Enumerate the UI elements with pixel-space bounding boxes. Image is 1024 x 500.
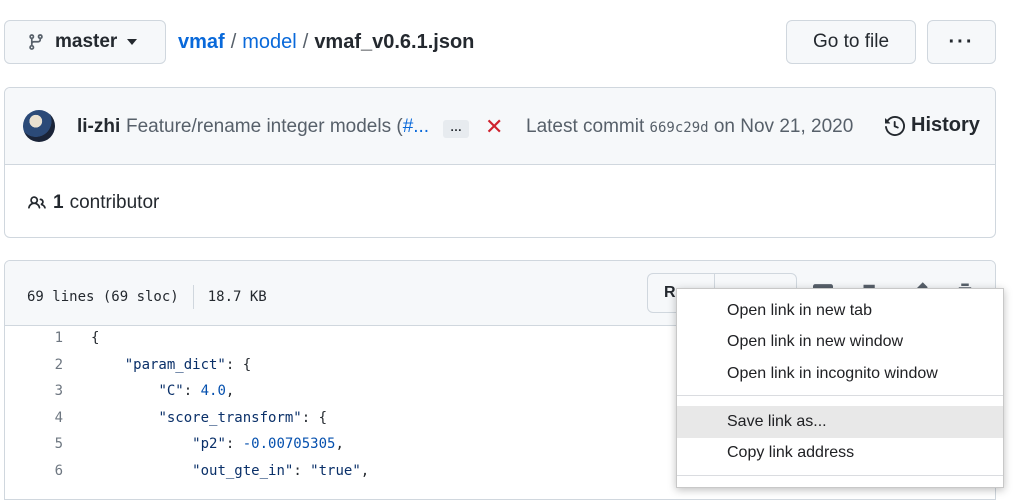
contributor-count: 1: [53, 192, 64, 213]
history-button[interactable]: History: [885, 114, 980, 137]
history-icon: [885, 115, 905, 136]
x-icon[interactable]: ✕: [485, 114, 503, 140]
menu-separator: [677, 475, 1003, 476]
code-text: "score_transform": {: [158, 409, 328, 426]
breadcrumb-separator: /: [302, 31, 309, 53]
commit-pr-link[interactable]: #...: [403, 116, 429, 137]
code-text: {: [91, 330, 100, 347]
go-to-file-button[interactable]: Go to file: [786, 20, 916, 64]
code-text: "p2": -0.00705305,: [192, 436, 344, 453]
code-text: "C": 4.0,: [158, 383, 235, 400]
commit-date: on Nov 21, 2020: [713, 116, 854, 137]
git-branch-icon: [29, 34, 43, 50]
menu-separator: [677, 395, 1003, 396]
code-text: "out_gte_in": "true",: [192, 462, 370, 479]
line-number[interactable]: 5: [5, 436, 91, 452]
contributors-link[interactable]: 1 contributor: [27, 192, 159, 214]
branch-select-button[interactable]: master: [4, 20, 166, 64]
divider: [192, 285, 194, 309]
code-text: "param_dict": {: [124, 356, 252, 373]
branch-name: master: [55, 31, 118, 52]
breadcrumb-separator: /: [230, 31, 237, 53]
people-icon: [28, 196, 46, 209]
commit-sha-link[interactable]: 669c29d: [650, 120, 709, 136]
line-number[interactable]: 2: [5, 357, 91, 373]
line-number[interactable]: 1: [5, 330, 91, 346]
avatar[interactable]: [23, 110, 55, 142]
context-menu-item[interactable]: Save link as...: [677, 406, 1003, 438]
expand-commit-message-button[interactable]: …: [443, 120, 469, 138]
more-options-button[interactable]: ···: [927, 20, 996, 64]
file-info: 69 lines (69 sloc) 18.7 KB: [27, 285, 267, 309]
line-number[interactable]: 6: [5, 463, 91, 479]
context-menu-item[interactable]: Open link in new window: [677, 326, 1003, 358]
breadcrumb-folder-link[interactable]: model: [242, 31, 296, 54]
commit-author-link[interactable]: li-zhi: [77, 116, 120, 138]
file-size: 18.7 KB: [207, 289, 267, 305]
context-menu: Open link in new tab Open link in new win…: [676, 288, 1004, 488]
breadcrumb-repo-link[interactable]: vmaf: [178, 31, 225, 54]
line-count: 69 lines (69 sloc): [27, 289, 179, 305]
latest-commit-box: li-zhi Feature/rename integer models (#.…: [4, 87, 996, 238]
context-menu-item[interactable]: Copy link address: [677, 437, 1003, 469]
line-number[interactable]: 4: [5, 410, 91, 426]
caret-down-icon: [127, 39, 138, 45]
line-number[interactable]: 3: [5, 383, 91, 399]
context-menu-item[interactable]: Open link in incognito window: [677, 358, 1003, 390]
breadcrumb: vmaf / model / vmaf_v0.6.1.json: [178, 31, 474, 54]
breadcrumb-file-name: vmaf_v0.6.1.json: [314, 31, 475, 53]
contributor-label: contributor: [69, 192, 160, 213]
commit-row: li-zhi Feature/rename integer models (#.…: [5, 88, 995, 165]
latest-commit-info: Latest commit 669c29d on Nov 21, 2020: [526, 116, 854, 137]
commit-message[interactable]: Feature/rename integer models (#...: [126, 116, 429, 138]
context-menu-item[interactable]: Open link in new tab: [677, 295, 1003, 327]
